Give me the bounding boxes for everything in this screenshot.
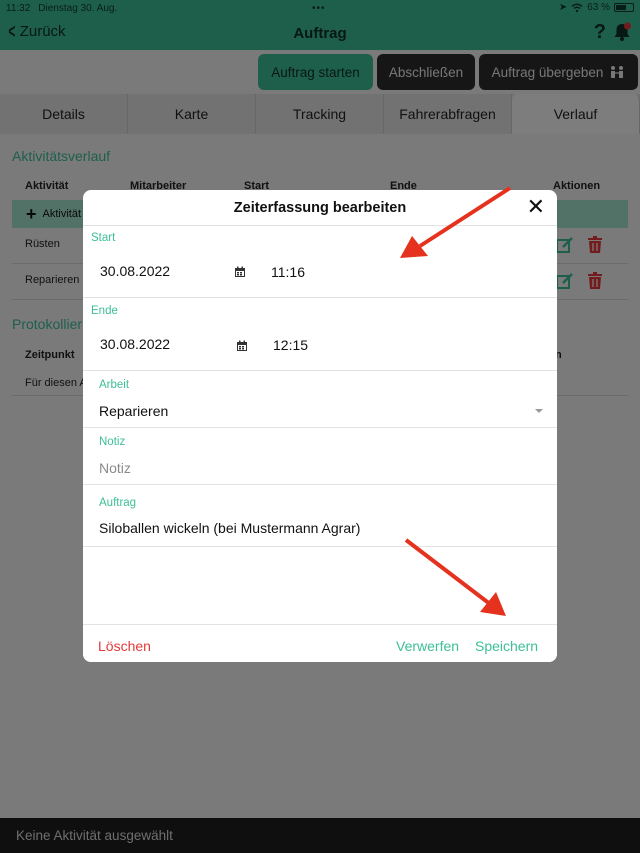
order-label: Auftrag xyxy=(99,497,137,509)
start-date-input[interactable]: 30.08.2022 xyxy=(100,263,170,279)
save-button[interactable]: Speichern xyxy=(475,638,538,654)
end-label: Ende xyxy=(91,305,118,317)
end-time-input[interactable]: 12:15 xyxy=(273,337,308,353)
close-icon[interactable]: ✕ xyxy=(527,196,545,218)
discard-button[interactable]: Verwerfen xyxy=(396,638,459,654)
chevron-down-icon xyxy=(535,409,543,413)
edit-time-entry-dialog: Zeiterfassung bearbeiten ✕ Start 30.08.2… xyxy=(83,190,557,662)
work-select[interactable]: Arbeit Reparieren xyxy=(83,371,557,428)
end-date-input[interactable]: 30.08.2022 xyxy=(100,336,170,352)
note-field: Notiz Notiz xyxy=(83,428,557,485)
start-label: Start xyxy=(91,232,116,244)
start-time-input[interactable]: 11:16 xyxy=(271,264,305,280)
calendar-icon[interactable] xyxy=(236,340,248,352)
start-field: Start 30.08.2022 11:16 xyxy=(83,226,557,298)
note-input[interactable]: Notiz xyxy=(99,460,131,476)
dialog-title: Zeiterfassung bearbeiten xyxy=(233,200,407,216)
dialog-header: Zeiterfassung bearbeiten ✕ xyxy=(83,190,557,226)
calendar-icon[interactable] xyxy=(234,266,246,278)
end-field: Ende 30.08.2022 12:15 xyxy=(83,298,557,371)
note-label: Notiz xyxy=(99,436,126,448)
work-selected-value: Reparieren xyxy=(99,403,169,419)
work-label: Arbeit xyxy=(99,379,130,391)
order-field: Auftrag Siloballen wickeln (bei Musterma… xyxy=(83,485,557,547)
delete-button[interactable]: Löschen xyxy=(98,638,151,654)
dialog-footer: Löschen Verwerfen Speichern xyxy=(83,624,557,662)
order-value: Siloballen wickeln (bei Mustermann Agrar… xyxy=(99,520,361,536)
